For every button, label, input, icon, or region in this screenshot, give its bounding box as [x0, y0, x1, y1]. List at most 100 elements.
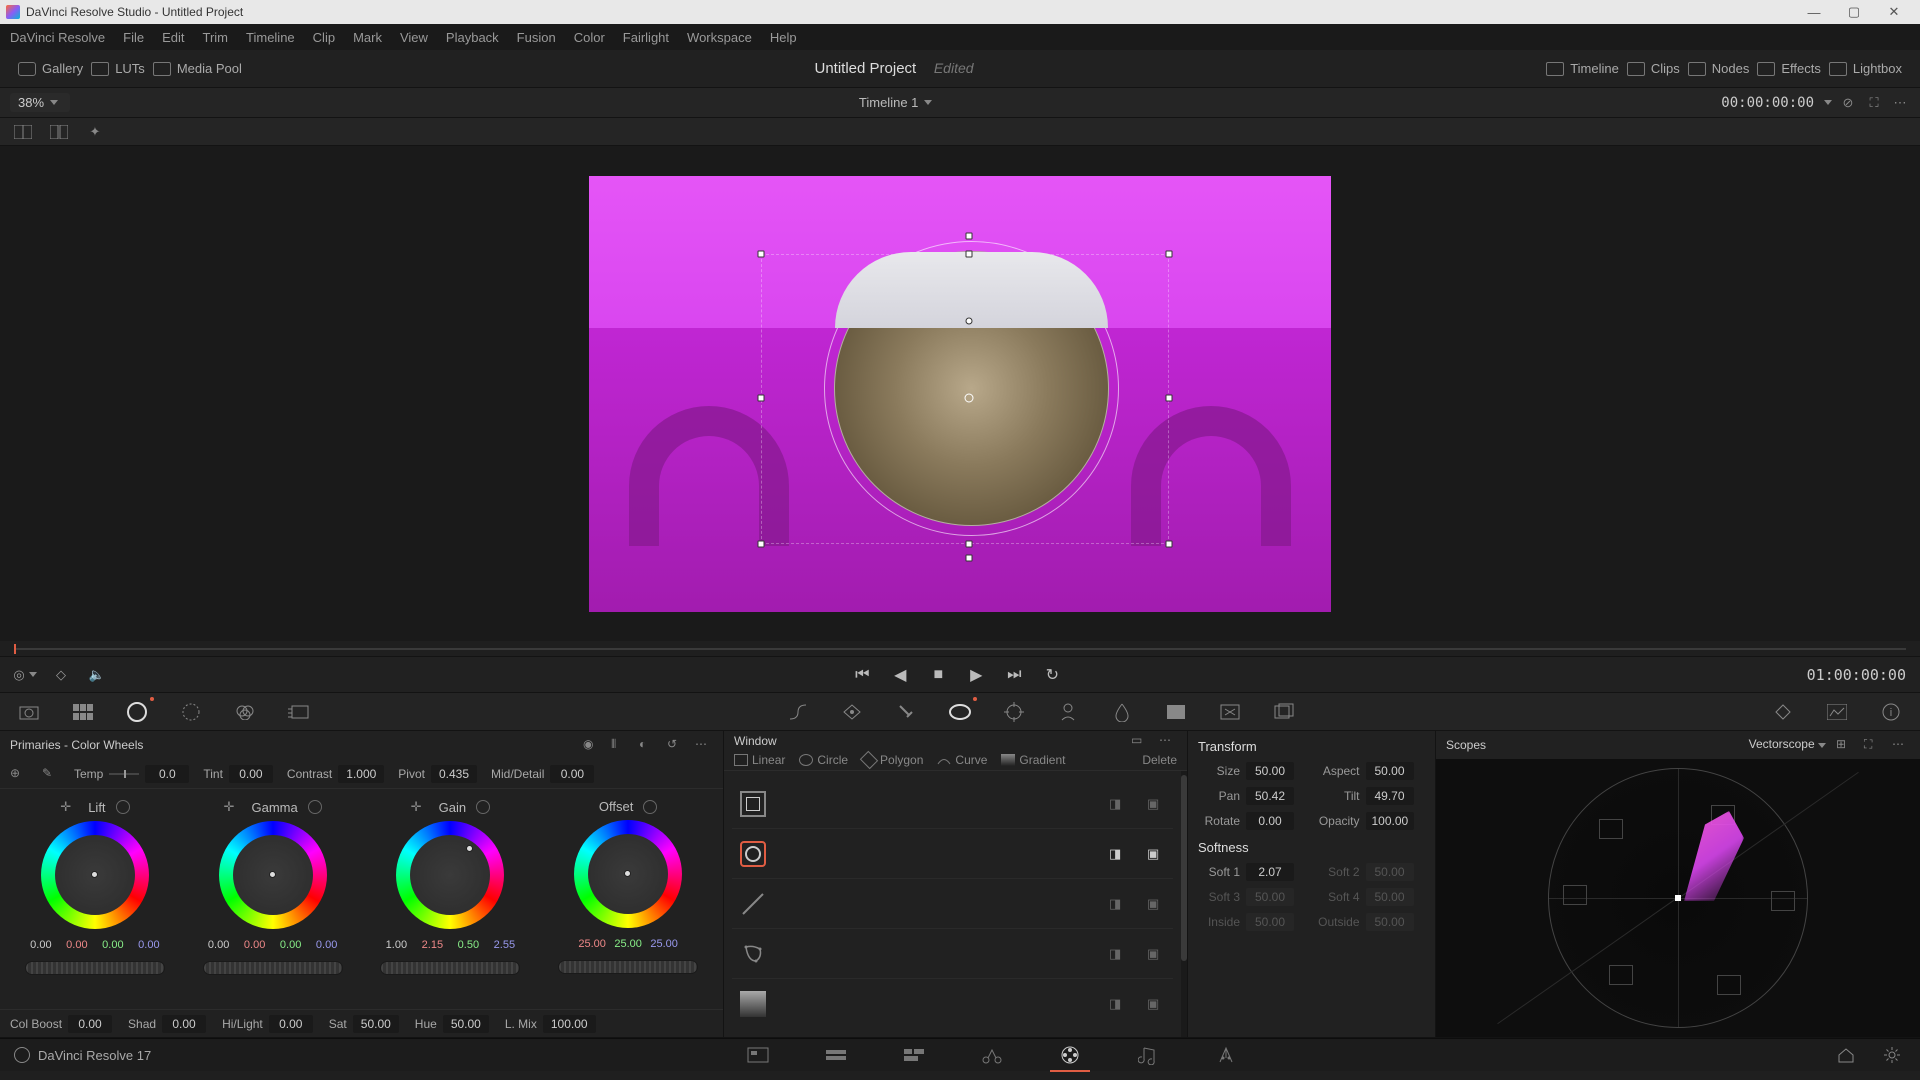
window-preset-icon[interactable]: ▭	[1131, 733, 1149, 749]
menu-timeline[interactable]: Timeline	[246, 30, 295, 45]
circle-mask[interactable]	[834, 251, 1109, 526]
tint-value[interactable]: 0.00	[229, 765, 273, 783]
offset-b[interactable]: 25.00	[648, 938, 680, 950]
key-icon[interactable]	[1163, 701, 1189, 723]
mask-icon[interactable]: ▣	[1147, 946, 1165, 962]
chevron-down-icon[interactable]	[1824, 100, 1832, 105]
lift-b[interactable]: 0.00	[133, 939, 165, 951]
scope-display[interactable]	[1436, 759, 1920, 1037]
clips-toggle[interactable]: Clips	[1623, 57, 1684, 80]
viewer-timecode[interactable]: 00:00:00:00	[1721, 95, 1814, 111]
grab-still-icon[interactable]: ◇	[50, 666, 72, 684]
scope-more-icon[interactable]: ⋯	[1892, 737, 1910, 753]
window-scrollbar[interactable]	[1181, 771, 1187, 1037]
lmix-value[interactable]: 100.00	[543, 1015, 596, 1033]
window-item-curve[interactable]: ◨ ▣	[732, 879, 1173, 929]
window-item-linear[interactable]: ◨ ▣	[732, 779, 1173, 829]
viewer-canvas[interactable]	[589, 176, 1331, 612]
lift-r[interactable]: 0.00	[61, 939, 93, 951]
lift-g[interactable]: 0.00	[97, 939, 129, 951]
scope-mode-dropdown[interactable]: Vectorscope	[1749, 737, 1826, 753]
delete-window[interactable]: Delete	[1142, 753, 1177, 767]
window-more-icon[interactable]: ⋯	[1159, 733, 1177, 749]
gamma-y[interactable]: 0.00	[203, 939, 235, 951]
media-page-icon[interactable]	[744, 1044, 772, 1066]
add-gradient-window[interactable]: Gradient	[1001, 753, 1065, 767]
settings-icon[interactable]	[1878, 1044, 1906, 1066]
mask-handle[interactable]	[966, 540, 973, 547]
window-item-polygon[interactable]: ◨ ▣	[732, 929, 1173, 979]
menu-workspace[interactable]: Workspace	[687, 30, 752, 45]
qualifier-icon[interactable]	[893, 701, 919, 723]
gamma-b[interactable]: 0.00	[311, 939, 343, 951]
colboost-value[interactable]: 0.00	[68, 1015, 112, 1033]
mask-edge-handle[interactable]	[966, 317, 973, 324]
lightbox-toggle[interactable]: Lightbox	[1825, 57, 1906, 80]
viewer[interactable]	[0, 146, 1920, 641]
gamma-master-wheel[interactable]	[203, 961, 343, 975]
mute-icon[interactable]: 🔈	[86, 666, 108, 684]
lift-y[interactable]: 0.00	[25, 939, 57, 951]
play-button[interactable]: ▶	[964, 665, 988, 685]
mask-handle[interactable]	[1166, 540, 1173, 547]
gain-master-wheel[interactable]	[380, 961, 520, 975]
hue-value[interactable]: 50.00	[443, 1015, 489, 1033]
keyframe-icon[interactable]	[1770, 701, 1796, 723]
motion-effects-icon[interactable]	[286, 701, 312, 723]
fairlight-page-icon[interactable]	[1134, 1044, 1162, 1066]
color-checker-icon[interactable]	[70, 701, 96, 723]
pan-value[interactable]: 50.42	[1246, 787, 1294, 805]
mask-rotate-handle[interactable]	[966, 232, 973, 239]
rotate-value[interactable]: 0.00	[1246, 812, 1294, 830]
blur-icon[interactable]	[1109, 701, 1135, 723]
mini-timeline[interactable]	[0, 641, 1920, 657]
timeline-name[interactable]: Timeline 1	[859, 95, 918, 110]
contrast-value[interactable]: 1.000	[338, 765, 384, 783]
loop-button[interactable]: ↻	[1040, 665, 1064, 685]
mask-handle[interactable]	[758, 540, 765, 547]
temp-slider[interactable]	[109, 773, 139, 775]
mask-handle[interactable]	[966, 554, 973, 561]
invert-icon[interactable]: ◨	[1109, 896, 1127, 912]
expand-icon[interactable]: ⛶	[1864, 95, 1884, 111]
mask-handle[interactable]	[1166, 250, 1173, 257]
reverse-button[interactable]: ◀	[888, 665, 912, 685]
next-clip-button[interactable]: ⏭	[1002, 666, 1026, 684]
wheels-mode-icon[interactable]: ◉	[583, 737, 601, 753]
menu-clip[interactable]: Clip	[313, 30, 335, 45]
media-pool-toggle[interactable]: Media Pool	[149, 57, 246, 80]
scope-expand-icon[interactable]: ⛶	[1864, 737, 1882, 753]
invert-icon[interactable]: ◨	[1109, 996, 1127, 1012]
gain-picker-icon[interactable]: ✛	[411, 799, 429, 815]
mask-icon[interactable]: ▣	[1147, 996, 1165, 1012]
gain-reset-icon[interactable]	[476, 800, 490, 814]
temp-value[interactable]: 0.0	[145, 765, 189, 783]
highlight-icon[interactable]: ✦	[84, 123, 106, 141]
menu-trim[interactable]: Trim	[203, 30, 229, 45]
menu-color[interactable]: Color	[574, 30, 605, 45]
bypass-icon[interactable]: ⊘	[1838, 95, 1858, 111]
color-page-icon[interactable]	[1056, 1044, 1084, 1066]
curves-icon[interactable]	[785, 701, 811, 723]
gain-r[interactable]: 2.15	[416, 939, 448, 951]
sat-value[interactable]: 50.00	[353, 1015, 399, 1033]
tilt-value[interactable]: 49.70	[1366, 787, 1414, 805]
gain-y[interactable]: 1.00	[380, 939, 412, 951]
menu-fusion[interactable]: Fusion	[517, 30, 556, 45]
invert-icon[interactable]: ◨	[1109, 946, 1127, 962]
gamma-reset-icon[interactable]	[308, 800, 322, 814]
deliver-page-icon[interactable]	[1212, 1044, 1240, 1066]
zoom-dropdown[interactable]: 38%	[10, 93, 70, 112]
minimize-button[interactable]: —	[1794, 1, 1834, 23]
edit-page-icon[interactable]	[900, 1044, 928, 1066]
lift-color-wheel[interactable]	[41, 821, 149, 929]
window-item-circle[interactable]: ◨ ▣	[732, 829, 1173, 879]
gain-b[interactable]: 2.55	[488, 939, 520, 951]
color-wheels-icon[interactable]	[124, 701, 150, 723]
cut-page-icon[interactable]	[822, 1044, 850, 1066]
add-polygon-window[interactable]: Polygon	[862, 753, 923, 767]
auto-balance-icon[interactable]: ⊕	[10, 766, 28, 782]
luts-toggle[interactable]: LUTs	[87, 57, 149, 80]
hdr-wheels-icon[interactable]	[178, 701, 204, 723]
offset-g[interactable]: 25.00	[612, 938, 644, 950]
